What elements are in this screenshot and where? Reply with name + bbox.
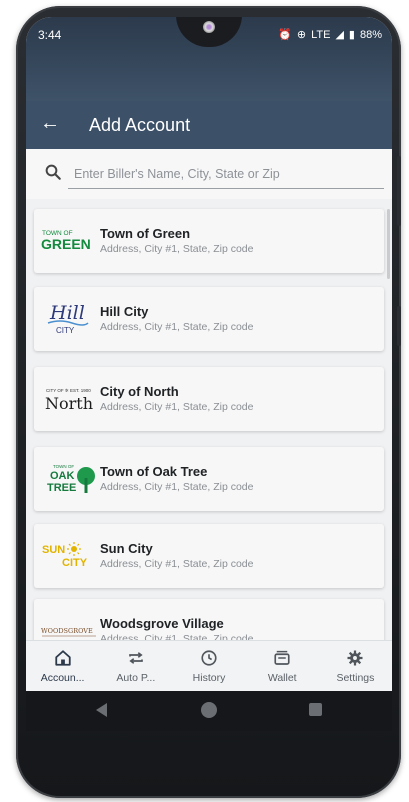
- volume-button: [397, 156, 401, 226]
- svg-text:North: North: [45, 394, 93, 413]
- nav-tab-accounts[interactable]: Accoun...: [26, 641, 99, 691]
- status-time: 3:44: [38, 28, 62, 42]
- nav-label: Wallet: [267, 672, 297, 684]
- gear-icon: [347, 650, 363, 666]
- sun-city-logo: SUN CITY: [40, 536, 98, 576]
- camera-notch: [176, 17, 242, 47]
- biller-name: Town of Oak Tree: [100, 464, 208, 479]
- biller-card-hill-city[interactable]: Hill CITY Hill City Address, City #1, St…: [34, 287, 384, 351]
- status-bar: 3:44 ⏰ ⊕ LTE ◢ ▮ 88%: [26, 17, 392, 101]
- power-button: [397, 306, 401, 346]
- biller-address: Address, City #1, State, Zip code: [100, 401, 254, 413]
- home-icon: [54, 650, 71, 666]
- back-arrow-icon[interactable]: ←: [40, 112, 60, 135]
- nav-label: Settings: [336, 672, 375, 684]
- svg-text:TREE: TREE: [47, 482, 76, 494]
- battery-icon: ▮: [348, 29, 355, 41]
- status-icons: ⏰ ⊕ LTE ◢ ▮ 88%: [278, 28, 382, 42]
- svg-text:SUN: SUN: [42, 544, 65, 556]
- svg-text:GREEN: GREEN: [41, 236, 91, 252]
- town-of-oak-tree-logo: TOWN OF OAK TREE: [40, 459, 98, 499]
- hill-city-logo: Hill CITY: [40, 299, 98, 339]
- nav-label: Accoun...: [40, 672, 85, 684]
- biller-name: Town of Green: [100, 226, 191, 241]
- svg-text:OAK: OAK: [50, 470, 75, 482]
- vibrate-icon: ⊕: [296, 29, 307, 41]
- biller-card-town-of-oak-tree[interactable]: TOWN OF OAK TREE Town of Oak Tree Addres…: [34, 447, 384, 511]
- battery-level: 88%: [359, 28, 382, 41]
- biller-name: Woodsgrove Village: [100, 616, 224, 631]
- svg-text:WOODSGROVE: WOODSGROVE: [41, 627, 93, 635]
- biller-address: Address, City #1, State, Zip code: [100, 321, 254, 333]
- biller-address: Address, City #1, State, Zip code: [100, 481, 254, 493]
- nav-tab-wallet[interactable]: Wallet: [246, 641, 319, 691]
- page-title: Add Account: [89, 115, 191, 135]
- alarm-icon: ⏰: [278, 29, 292, 41]
- signal-icon: ◢: [335, 29, 344, 41]
- app-screen: 3:44 ⏰ ⊕ LTE ◢ ▮ 88% ← Add Account TOWN …: [26, 17, 392, 691]
- svg-text:CITY OF ✲ EST. 1900: CITY OF ✲ EST. 1900: [46, 388, 91, 393]
- system-home-icon[interactable]: [201, 702, 217, 718]
- town-of-green-logo: TOWN OF GREEN: [40, 221, 98, 261]
- svg-text:CITY: CITY: [62, 557, 88, 569]
- biller-card-sun-city[interactable]: SUN CITY Sun City Address, City #1, Stat…: [34, 524, 384, 588]
- biller-name: Sun City: [100, 541, 153, 556]
- biller-card-city-of-north[interactable]: CITY OF ✲ EST. 1900 North City of North …: [34, 367, 384, 431]
- nav-tab-settings[interactable]: Settings: [319, 641, 392, 691]
- biller-card-town-of-green[interactable]: TOWN OF GREEN Town of Green Address, Cit…: [34, 209, 384, 273]
- system-navigation-bar: [26, 691, 392, 731]
- clock-icon: [201, 650, 217, 666]
- nav-tab-history[interactable]: History: [172, 641, 245, 691]
- city-of-north-logo: CITY OF ✲ EST. 1900 North: [40, 379, 98, 419]
- biller-name: Hill City: [100, 304, 149, 319]
- wallet-icon: [274, 650, 290, 665]
- svg-text:TOWN OF: TOWN OF: [53, 464, 74, 469]
- system-recents-icon[interactable]: [309, 703, 322, 716]
- list-scrollbar[interactable]: [387, 209, 390, 279]
- system-back-icon[interactable]: [96, 703, 107, 717]
- nav-label: Auto P...: [116, 672, 156, 684]
- front-camera-icon: [203, 21, 215, 33]
- search-icon: [45, 164, 61, 180]
- app-bar: ← Add Account: [26, 101, 392, 149]
- search-bar: [26, 149, 392, 199]
- network-label: LTE: [311, 28, 331, 41]
- bottom-navigation: Accoun... Auto P... History Wallet Setti…: [26, 640, 392, 691]
- biller-address: Address, City #1, State, Zip code: [100, 243, 254, 255]
- biller-address: Address, City #1, State, Zip code: [100, 558, 254, 570]
- search-input[interactable]: [68, 159, 384, 189]
- nav-tab-auto-pay[interactable]: Auto P...: [99, 641, 172, 691]
- repeat-icon: [128, 652, 143, 664]
- nav-label: History: [192, 672, 226, 684]
- svg-text:CITY: CITY: [56, 326, 75, 335]
- biller-name: City of North: [100, 384, 179, 399]
